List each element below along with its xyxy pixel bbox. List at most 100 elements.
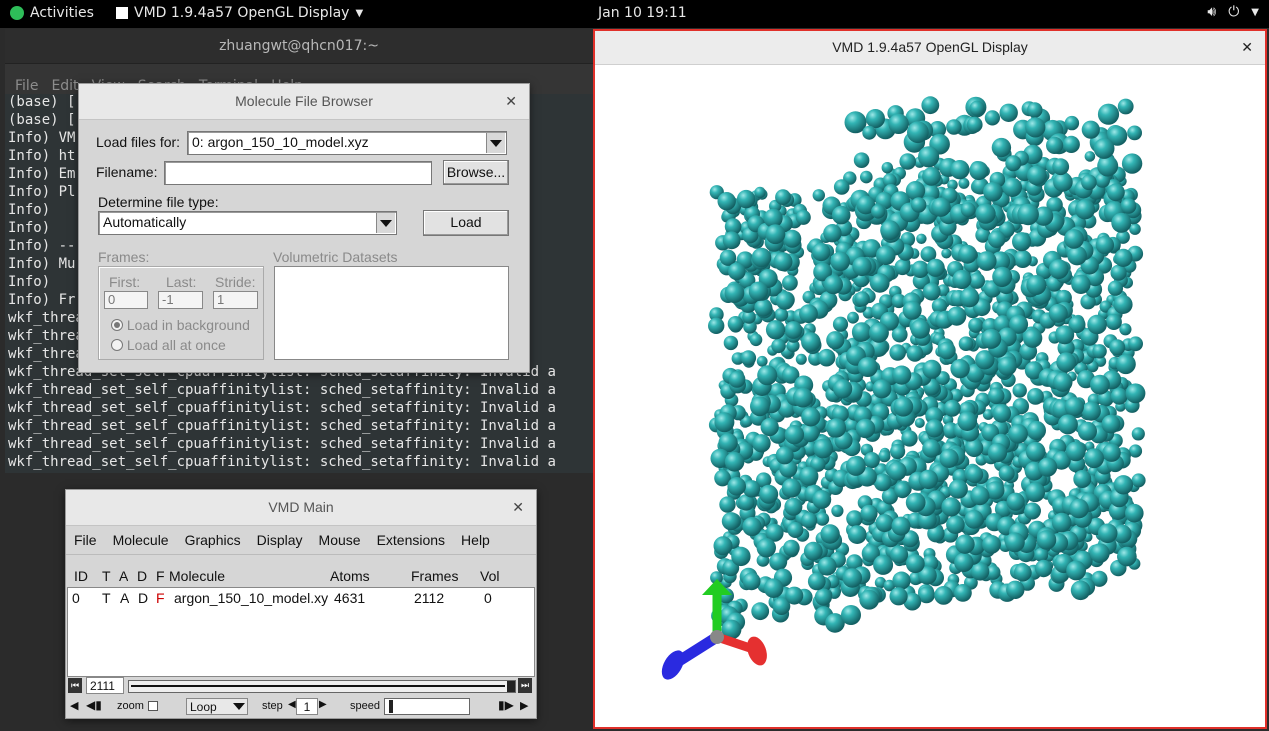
active-flag[interactable]: A [120,590,129,606]
step-label: step [262,700,283,712]
atom [1006,492,1025,511]
play-reverse-icon[interactable]: ◀ [70,699,78,712]
atom [959,287,980,308]
file-browser-title: Molecule File Browser ✕ [79,84,529,120]
menu-mouse[interactable]: Mouse [311,532,369,548]
activities-button[interactable]: Activities [10,5,94,21]
menu-help[interactable]: Help [453,532,498,548]
atom [841,605,861,625]
atom [1107,183,1125,202]
frame-slider[interactable] [128,680,516,693]
speed-slider[interactable] [384,698,470,715]
menu-file[interactable]: File [66,532,105,548]
molecule-list[interactable]: 0 T A D F argon_150_10_model.xyz 4631 21… [67,587,535,677]
clock[interactable]: Jan 10 19:11 [598,5,687,21]
atom [1002,177,1022,197]
slider-handle[interactable] [507,681,515,692]
atom [907,121,929,144]
atom [943,399,961,417]
step-forward-icon[interactable]: ▮▶ [498,698,514,712]
atom [888,113,909,134]
fixed-flag[interactable]: F [156,590,165,606]
atom [860,170,873,184]
load-all-at-once-radio[interactable]: Load all at once [111,337,226,353]
terminal-menu-file[interactable]: File [15,78,38,94]
step-input[interactable]: 1 [296,698,318,715]
system-tray[interactable]: 🔊︎ ⏻ ▼ [1207,4,1259,20]
atom [812,242,831,262]
drawn-flag[interactable]: D [138,590,148,606]
loop-mode-select[interactable]: Loop [186,698,248,715]
atom [921,96,940,115]
atom [765,224,786,245]
header-molecule: Molecule [169,568,226,584]
atom [992,266,1013,287]
step-back-icon[interactable]: ◀▮ [86,698,102,712]
atom [1013,563,1032,582]
atom [881,162,893,174]
atom [910,319,930,339]
atom [781,478,802,498]
load-button[interactable]: Load [423,210,509,236]
stride-input[interactable]: 1 [213,291,258,309]
atom [750,396,770,417]
step-increment-icon[interactable]: ▶ [319,699,327,710]
header-f: F [156,568,165,584]
atom [1057,414,1078,435]
atom [793,387,813,408]
atom [894,259,911,276]
load-files-for-select[interactable]: 0: argon_150_10_model.xyz [187,131,507,155]
frame-number-input[interactable]: 2111 [86,677,124,694]
app-menu-button[interactable]: VMD 1.9.4a57 OpenGL Display ▼ [116,5,363,21]
atom [1125,503,1144,523]
play-forward-icon[interactable]: ▶ [520,699,528,712]
atom [1102,443,1121,462]
filetype-select[interactable]: Automatically [98,211,397,235]
menu-display[interactable]: Display [249,532,311,548]
first-frame-input[interactable]: 0 [104,291,148,309]
terminal-menu-edit[interactable]: Edit [51,78,78,94]
atom [922,359,942,379]
volumetric-datasets-list[interactable] [274,266,509,360]
atom [855,418,876,439]
atom [1107,280,1123,296]
step-decrement-icon[interactable]: ◀ [288,699,296,710]
menu-molecule[interactable]: Molecule [105,532,177,548]
zoom-label: zoom [117,700,144,712]
browse-button[interactable]: Browse... [443,160,509,185]
load-in-background-radio[interactable]: Load in background [111,317,250,333]
atom [775,446,794,465]
atom [846,510,863,527]
skip-to-start-icon[interactable]: ⏮ [68,678,82,693]
skip-to-end-icon[interactable]: ⏭ [518,678,532,693]
close-icon[interactable]: ✕ [1241,31,1253,64]
filename-input[interactable] [164,161,432,185]
atom [756,355,768,367]
atom [984,110,1000,126]
molecule-viewport[interactable] [595,65,1265,727]
table-row[interactable]: 0 T A D F argon_150_10_model.xyz 4631 21… [68,590,534,608]
atom [801,512,818,529]
zoom-checkbox[interactable] [148,701,158,711]
menu-graphics[interactable]: Graphics [177,532,249,548]
atom [891,516,911,536]
terminal-line: wkf_thread_set_self_cpuaffinitylist: sch… [8,454,556,470]
menu-extensions[interactable]: Extensions [369,532,453,548]
atom [1027,388,1044,405]
atom [783,229,802,248]
atom [1048,303,1068,323]
last-label: Last: [166,274,197,290]
atom [950,160,970,180]
atom [987,387,1005,405]
last-frame-input[interactable]: -1 [158,291,203,309]
atom [871,204,886,219]
slider-handle[interactable] [389,700,393,713]
close-icon[interactable]: ✕ [512,490,524,525]
close-icon[interactable]: ✕ [505,84,517,119]
atom [955,534,975,554]
atom [1026,420,1046,441]
atom [937,341,956,360]
terminal-title: zhuangwt@qhcn017:~ [5,29,593,64]
top-flag[interactable]: T [102,590,111,606]
atom [817,348,836,367]
